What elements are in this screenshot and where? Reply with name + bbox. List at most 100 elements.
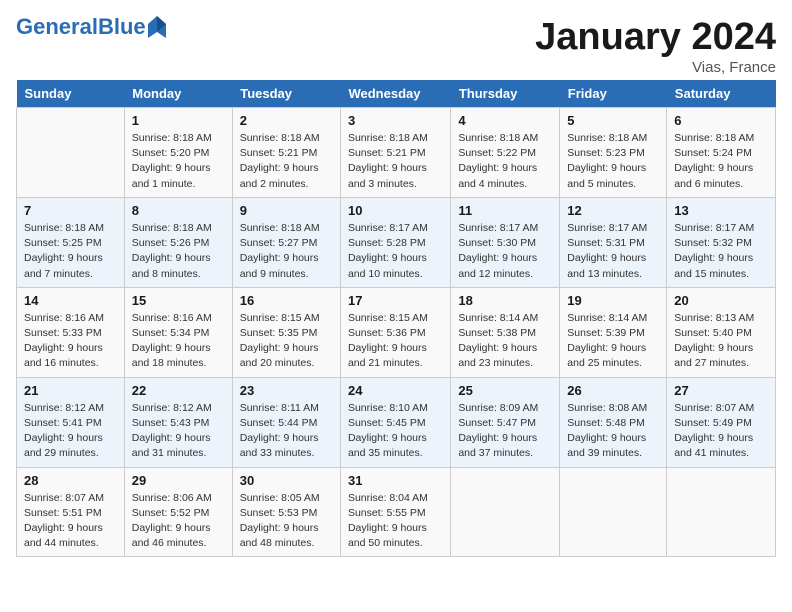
calendar-cell <box>451 467 560 557</box>
location: Vias, France <box>535 59 776 76</box>
page-header: GeneralBlue January 2024 Vias, France <box>16 16 776 76</box>
calendar-cell: 6Sunrise: 8:18 AM Sunset: 5:24 PM Daylig… <box>667 108 776 198</box>
day-number: 26 <box>567 383 659 398</box>
day-info: Sunrise: 8:18 AM Sunset: 5:26 PM Dayligh… <box>132 221 225 282</box>
logo-icon <box>148 16 166 38</box>
calendar-cell: 7 Sunrise: 8:18 AM Sunset: 5:25 PM Daylig… <box>17 197 125 287</box>
day-info: Sunrise: 8:06 AM Sunset: 5:52 PM Dayligh… <box>132 491 225 552</box>
day-info: Sunrise: 8:10 AM Sunset: 5:45 PM Dayligh… <box>348 401 443 462</box>
day-number: 13 <box>674 203 768 218</box>
calendar-week-2: 14 Sunrise: 8:16 AM Sunset: 5:33 PM Dayli… <box>17 287 776 377</box>
calendar-cell: 12 Sunrise: 8:17 AM Sunset: 5:31 PM Dayli… <box>560 197 667 287</box>
calendar-cell: 10 Sunrise: 8:17 AM Sunset: 5:28 PM Dayli… <box>340 197 450 287</box>
col-monday: Monday <box>124 80 232 108</box>
day-number: 14 <box>24 293 117 308</box>
day-number: 28 <box>24 473 117 488</box>
calendar-cell: 31 Sunrise: 8:04 AM Sunset: 5:55 PM Dayli… <box>340 467 450 557</box>
col-friday: Friday <box>560 80 667 108</box>
day-info: Sunrise: 8:07 AM Sunset: 5:51 PM Dayligh… <box>24 491 117 552</box>
day-info: Sunrise: 8:13 AM Sunset: 5:40 PM Dayligh… <box>674 311 768 372</box>
calendar-cell <box>667 467 776 557</box>
day-info: Sunrise: 8:18 AM Sunset: 5:23 PM Dayligh… <box>567 131 659 192</box>
calendar-table: Sunday Monday Tuesday Wednesday Thursday… <box>16 80 776 557</box>
day-info: Sunrise: 8:09 AM Sunset: 5:47 PM Dayligh… <box>458 401 552 462</box>
day-number: 8 <box>132 203 225 218</box>
calendar-cell: 2 Sunrise: 8:18 AM Sunset: 5:21 PM Daylig… <box>232 108 340 198</box>
day-info: Sunrise: 8:12 AM Sunset: 5:43 PM Dayligh… <box>132 401 225 462</box>
day-info: Sunrise: 8:17 AM Sunset: 5:31 PM Dayligh… <box>567 221 659 282</box>
calendar-cell: 18 Sunrise: 8:14 AM Sunset: 5:38 PM Dayli… <box>451 287 560 377</box>
calendar-cell: 26 Sunrise: 8:08 AM Sunset: 5:48 PM Dayli… <box>560 377 667 467</box>
calendar-cell: 8 Sunrise: 8:18 AM Sunset: 5:26 PM Daylig… <box>124 197 232 287</box>
day-info: Sunrise: 8:14 AM Sunset: 5:38 PM Dayligh… <box>458 311 552 372</box>
calendar-cell: 21 Sunrise: 8:12 AM Sunset: 5:41 PM Dayli… <box>17 377 125 467</box>
day-number: 18 <box>458 293 552 308</box>
calendar-cell: 29 Sunrise: 8:06 AM Sunset: 5:52 PM Dayli… <box>124 467 232 557</box>
calendar-cell: 16 Sunrise: 8:15 AM Sunset: 5:35 PM Dayli… <box>232 287 340 377</box>
calendar-cell: 19 Sunrise: 8:14 AM Sunset: 5:39 PM Dayli… <box>560 287 667 377</box>
calendar-cell: 28 Sunrise: 8:07 AM Sunset: 5:51 PM Dayli… <box>17 467 125 557</box>
day-info: Sunrise: 8:07 AM Sunset: 5:49 PM Dayligh… <box>674 401 768 462</box>
calendar-cell: 30 Sunrise: 8:05 AM Sunset: 5:53 PM Dayli… <box>232 467 340 557</box>
header-row: Sunday Monday Tuesday Wednesday Thursday… <box>17 80 776 108</box>
calendar-cell <box>17 108 125 198</box>
day-info: Sunrise: 8:12 AM Sunset: 5:41 PM Dayligh… <box>24 401 117 462</box>
day-number: 19 <box>567 293 659 308</box>
day-info: Sunrise: 8:14 AM Sunset: 5:39 PM Dayligh… <box>567 311 659 372</box>
calendar-cell: 9Sunrise: 8:18 AM Sunset: 5:27 PM Daylig… <box>232 197 340 287</box>
day-number: 31 <box>348 473 443 488</box>
calendar-cell: 23Sunrise: 8:11 AM Sunset: 5:44 PM Dayli… <box>232 377 340 467</box>
day-info: Sunrise: 8:18 AM Sunset: 5:25 PM Dayligh… <box>24 221 117 282</box>
calendar-week-1: 7 Sunrise: 8:18 AM Sunset: 5:25 PM Daylig… <box>17 197 776 287</box>
day-number: 22 <box>132 383 225 398</box>
day-info: Sunrise: 8:08 AM Sunset: 5:48 PM Dayligh… <box>567 401 659 462</box>
day-number: 30 <box>240 473 333 488</box>
calendar-cell: 3Sunrise: 8:18 AM Sunset: 5:21 PM Daylig… <box>340 108 450 198</box>
calendar-cell: 13 Sunrise: 8:17 AM Sunset: 5:32 PM Dayli… <box>667 197 776 287</box>
day-number: 16 <box>240 293 333 308</box>
day-info: Sunrise: 8:18 AM Sunset: 5:21 PM Dayligh… <box>348 131 443 192</box>
day-number: 7 <box>24 203 117 218</box>
day-info: Sunrise: 8:05 AM Sunset: 5:53 PM Dayligh… <box>240 491 333 552</box>
day-info: Sunrise: 8:16 AM Sunset: 5:33 PM Dayligh… <box>24 311 117 372</box>
col-saturday: Saturday <box>667 80 776 108</box>
logo: GeneralBlue <box>16 16 166 38</box>
day-info: Sunrise: 8:17 AM Sunset: 5:28 PM Dayligh… <box>348 221 443 282</box>
day-number: 9 <box>240 203 333 218</box>
day-number: 29 <box>132 473 225 488</box>
day-info: Sunrise: 8:16 AM Sunset: 5:34 PM Dayligh… <box>132 311 225 372</box>
day-info: Sunrise: 8:17 AM Sunset: 5:30 PM Dayligh… <box>458 221 552 282</box>
title-area: January 2024 Vias, France <box>535 16 776 76</box>
col-tuesday: Tuesday <box>232 80 340 108</box>
calendar-week-3: 21 Sunrise: 8:12 AM Sunset: 5:41 PM Dayli… <box>17 377 776 467</box>
day-number: 17 <box>348 293 443 308</box>
day-info: Sunrise: 8:18 AM Sunset: 5:24 PM Dayligh… <box>674 131 768 192</box>
day-number: 21 <box>24 383 117 398</box>
day-info: Sunrise: 8:18 AM Sunset: 5:22 PM Dayligh… <box>458 131 552 192</box>
day-number: 4 <box>458 113 552 128</box>
calendar-week-0: 1Sunrise: 8:18 AM Sunset: 5:20 PM Daylig… <box>17 108 776 198</box>
day-number: 12 <box>567 203 659 218</box>
day-number: 25 <box>458 383 552 398</box>
calendar-cell: 4 Sunrise: 8:18 AM Sunset: 5:22 PM Daylig… <box>451 108 560 198</box>
day-number: 2 <box>240 113 333 128</box>
day-info: Sunrise: 8:11 AM Sunset: 5:44 PM Dayligh… <box>240 401 333 462</box>
day-number: 24 <box>348 383 443 398</box>
col-wednesday: Wednesday <box>340 80 450 108</box>
day-info: Sunrise: 8:17 AM Sunset: 5:32 PM Dayligh… <box>674 221 768 282</box>
calendar-week-4: 28 Sunrise: 8:07 AM Sunset: 5:51 PM Dayli… <box>17 467 776 557</box>
day-number: 27 <box>674 383 768 398</box>
day-number: 10 <box>348 203 443 218</box>
day-info: Sunrise: 8:18 AM Sunset: 5:21 PM Dayligh… <box>240 131 333 192</box>
calendar-cell: 17Sunrise: 8:15 AM Sunset: 5:36 PM Dayli… <box>340 287 450 377</box>
day-number: 20 <box>674 293 768 308</box>
day-info: Sunrise: 8:04 AM Sunset: 5:55 PM Dayligh… <box>348 491 443 552</box>
calendar-cell: 15Sunrise: 8:16 AM Sunset: 5:34 PM Dayli… <box>124 287 232 377</box>
calendar-body: 1Sunrise: 8:18 AM Sunset: 5:20 PM Daylig… <box>17 108 776 557</box>
calendar-cell: 25 Sunrise: 8:09 AM Sunset: 5:47 PM Dayli… <box>451 377 560 467</box>
calendar-cell <box>560 467 667 557</box>
col-sunday: Sunday <box>17 80 125 108</box>
calendar-cell: 1Sunrise: 8:18 AM Sunset: 5:20 PM Daylig… <box>124 108 232 198</box>
day-info: Sunrise: 8:15 AM Sunset: 5:35 PM Dayligh… <box>240 311 333 372</box>
month-title: January 2024 <box>535 16 776 59</box>
